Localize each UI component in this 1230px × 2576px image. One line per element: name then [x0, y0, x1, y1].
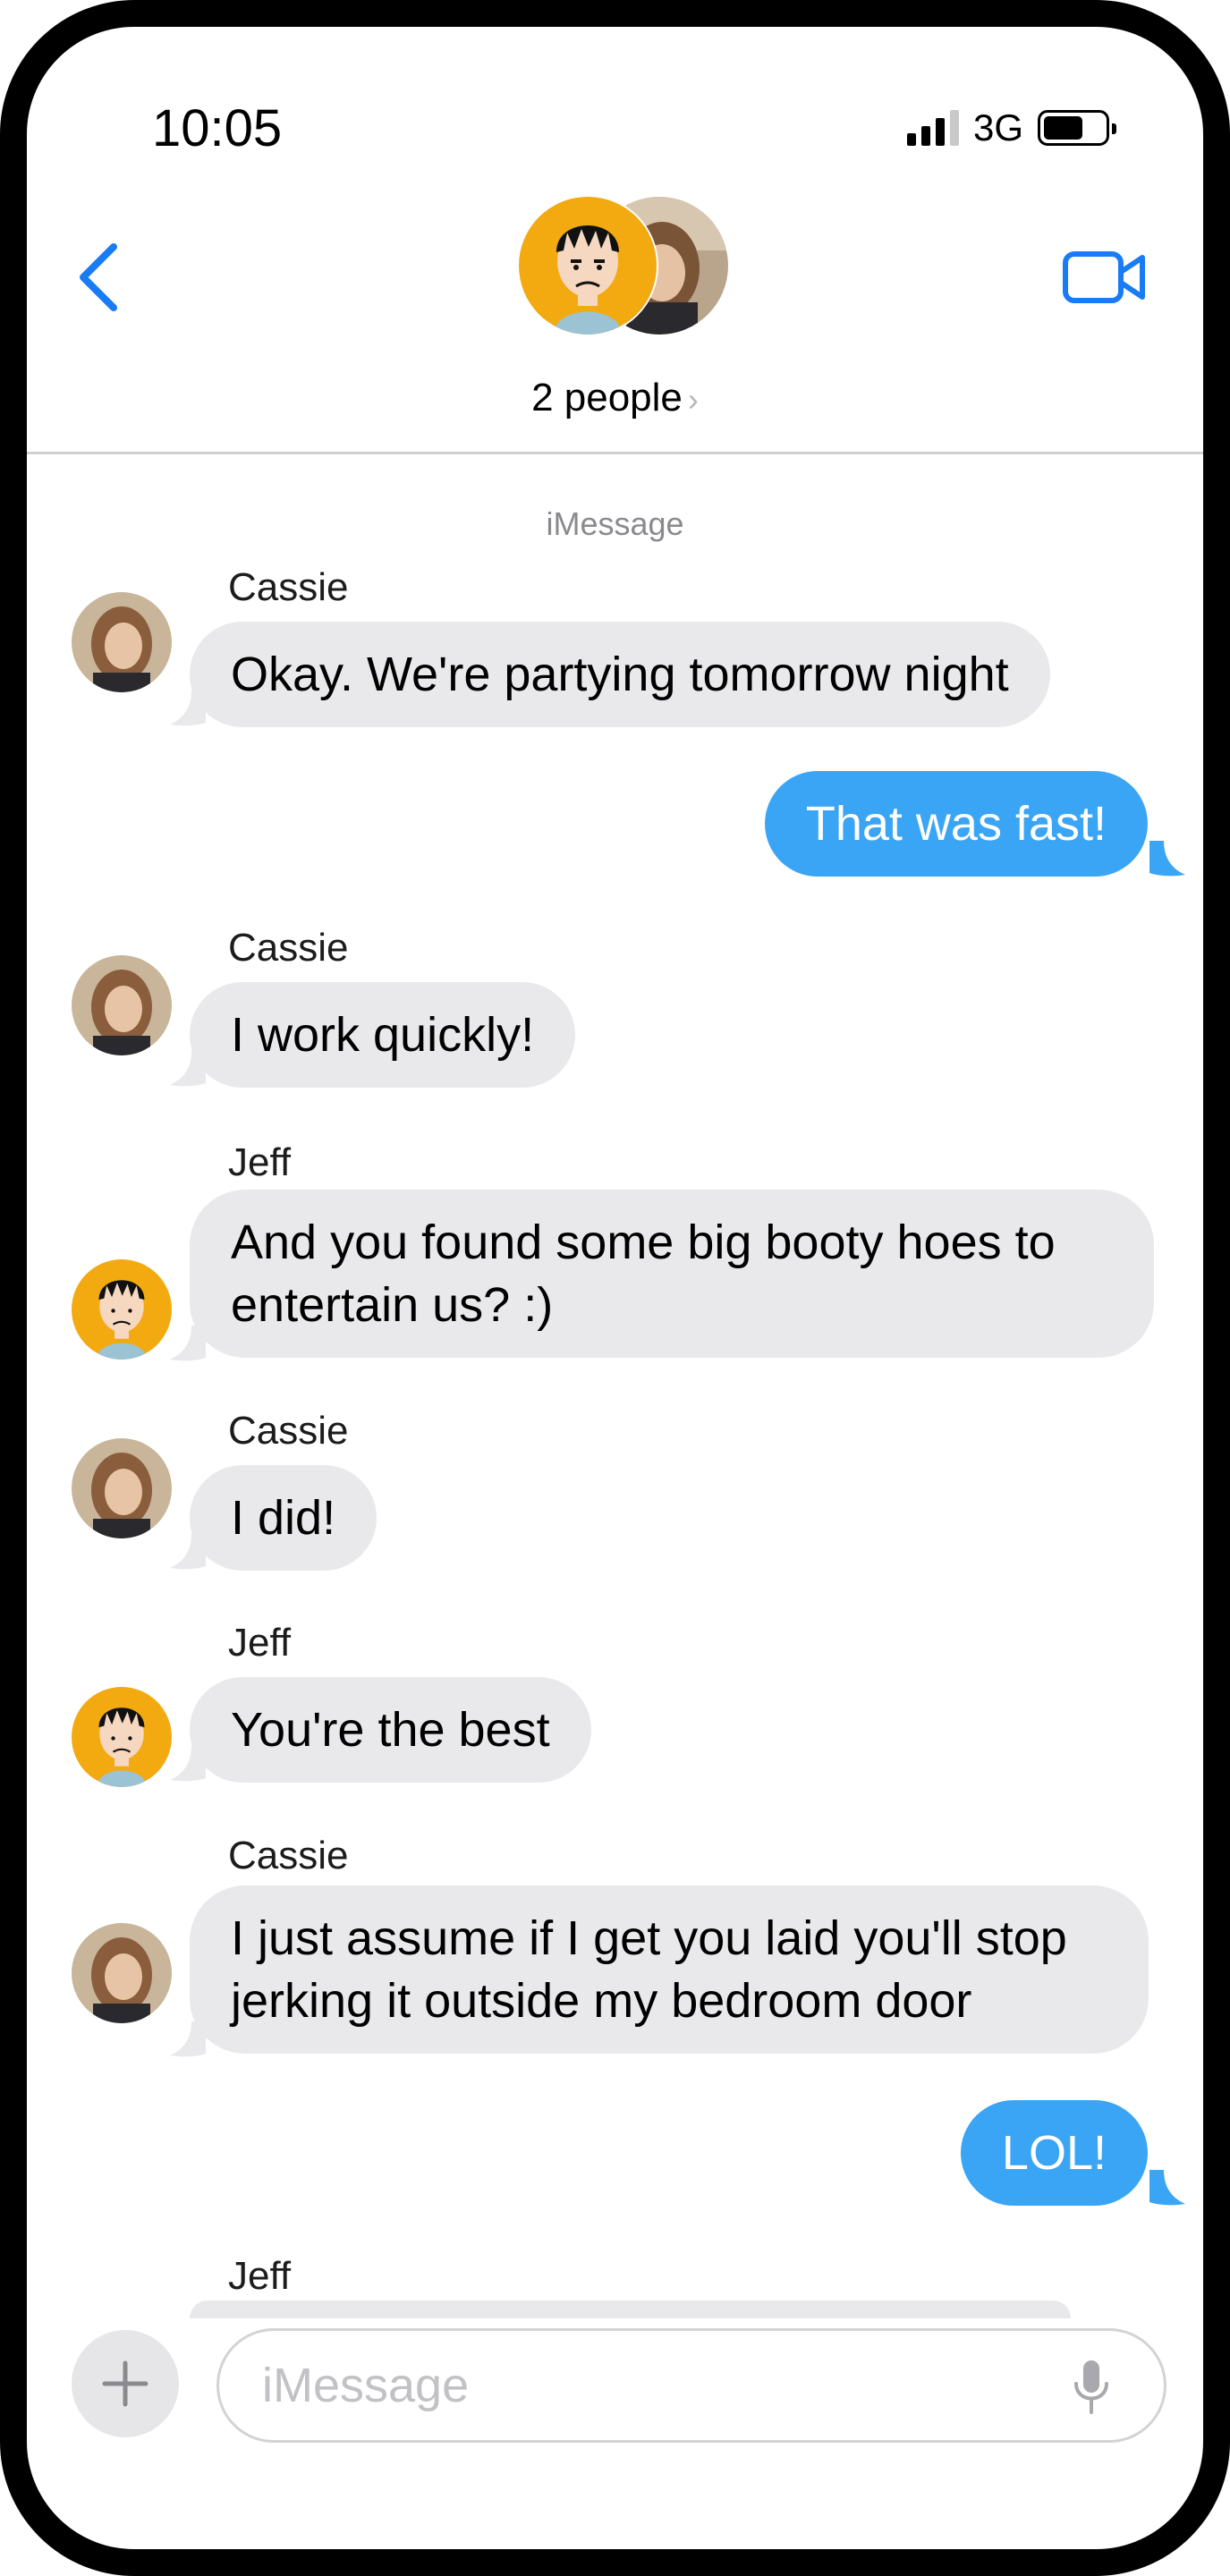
message-bubble-incoming-partial[interactable]	[190, 2301, 1071, 2318]
bubble-tail	[1149, 2170, 1185, 2206]
battery-icon	[1038, 110, 1116, 146]
bubble-tail	[1149, 841, 1185, 877]
back-button[interactable]	[63, 228, 134, 326]
group-title-label: 2 people	[531, 376, 683, 419]
sender-name: Jeff	[228, 2254, 292, 2298]
message-bubble-incoming[interactable]: And you found some big booty hoes to ent…	[190, 1190, 1154, 1358]
message-text: LOL!	[1001, 2126, 1107, 2180]
cassie-avatar[interactable]	[72, 592, 172, 692]
plus-icon	[102, 2360, 148, 2407]
message-input[interactable]	[216, 2328, 1166, 2443]
message-text: That was fast!	[805, 797, 1107, 851]
bubble-tail	[170, 2021, 206, 2057]
message-text: I work quickly!	[231, 1008, 535, 1062]
jeff-avatar[interactable]	[72, 1259, 172, 1360]
service-label: iMessage	[546, 505, 684, 542]
message-text: Okay. We're partying tomorrow night	[231, 648, 1009, 701]
apps-plus-button[interactable]	[72, 2330, 179, 2437]
cassie-avatar[interactable]	[72, 955, 172, 1055]
phone-frame: 10:05 3G 2 people › iMessage Cassie Okay…	[0, 0, 1230, 2576]
cassie-avatar[interactable]	[72, 1438, 172, 1538]
cassie-avatar[interactable]	[72, 1923, 172, 2023]
sender-name: Jeff	[228, 1621, 292, 1665]
message-bubble-incoming[interactable]: I work quickly!	[190, 982, 576, 1088]
messages-screen: 10:05 3G 2 people › iMessage Cassie Okay…	[27, 27, 1203, 2549]
chevron-left-icon	[80, 243, 117, 311]
bubble-tail	[170, 1326, 206, 1361]
status-time: 10:05	[152, 99, 283, 157]
battery-level	[1044, 116, 1082, 140]
sender-name: Cassie	[228, 926, 349, 970]
sender-name: Cassie	[228, 565, 349, 609]
message-bubble-incoming[interactable]: You're the best	[190, 1677, 591, 1783]
message-text: You're the best	[231, 1703, 550, 1757]
message-bubble-outgoing[interactable]: That was fast!	[764, 771, 1148, 877]
bubble-tail	[170, 1746, 206, 1782]
cellular-signal-icon	[906, 110, 959, 146]
bubble-tail	[170, 1534, 206, 1570]
message-bubble-incoming[interactable]: Okay. We're partying tomorrow night	[190, 622, 1050, 727]
bubble-tail	[170, 1051, 206, 1087]
group-title[interactable]: 2 people ›	[27, 376, 1203, 420]
message-bubble-incoming[interactable]: I did!	[190, 1465, 377, 1571]
sender-name: Cassie	[228, 1409, 349, 1453]
header-divider	[27, 452, 1203, 454]
message-text-line: entertain us? :)	[231, 1278, 554, 1332]
message-text-line: I just assume if I get you laid you'll s…	[231, 1911, 1067, 1965]
jeff-avatar[interactable]	[72, 1687, 172, 1787]
bubble-tail	[170, 691, 206, 726]
message-text-line: And you found some big booty hoes to	[231, 1216, 1056, 1269]
microphone-icon	[1074, 2360, 1108, 2414]
group-avatar-stack[interactable]	[519, 197, 734, 340]
status-indicators: 3G	[906, 103, 1116, 153]
sender-name: Jeff	[228, 1140, 292, 1184]
message-bubble-outgoing[interactable]: LOL!	[960, 2100, 1148, 2206]
message-text-line: jerking it outside my bedroom door	[231, 1974, 972, 2028]
facetime-video-button[interactable]	[1051, 242, 1158, 313]
network-type: 3G	[972, 106, 1023, 148]
message-bubble-incoming[interactable]: I just assume if I get you laid you'll s…	[190, 1885, 1149, 2054]
sender-name: Cassie	[228, 1834, 349, 1877]
jeff-group-avatar	[519, 197, 657, 335]
dictation-button[interactable]	[1065, 2357, 1118, 2418]
message-text: I did!	[231, 1491, 336, 1545]
video-camera-icon	[1063, 251, 1145, 303]
chevron-right-icon: ›	[687, 381, 699, 418]
